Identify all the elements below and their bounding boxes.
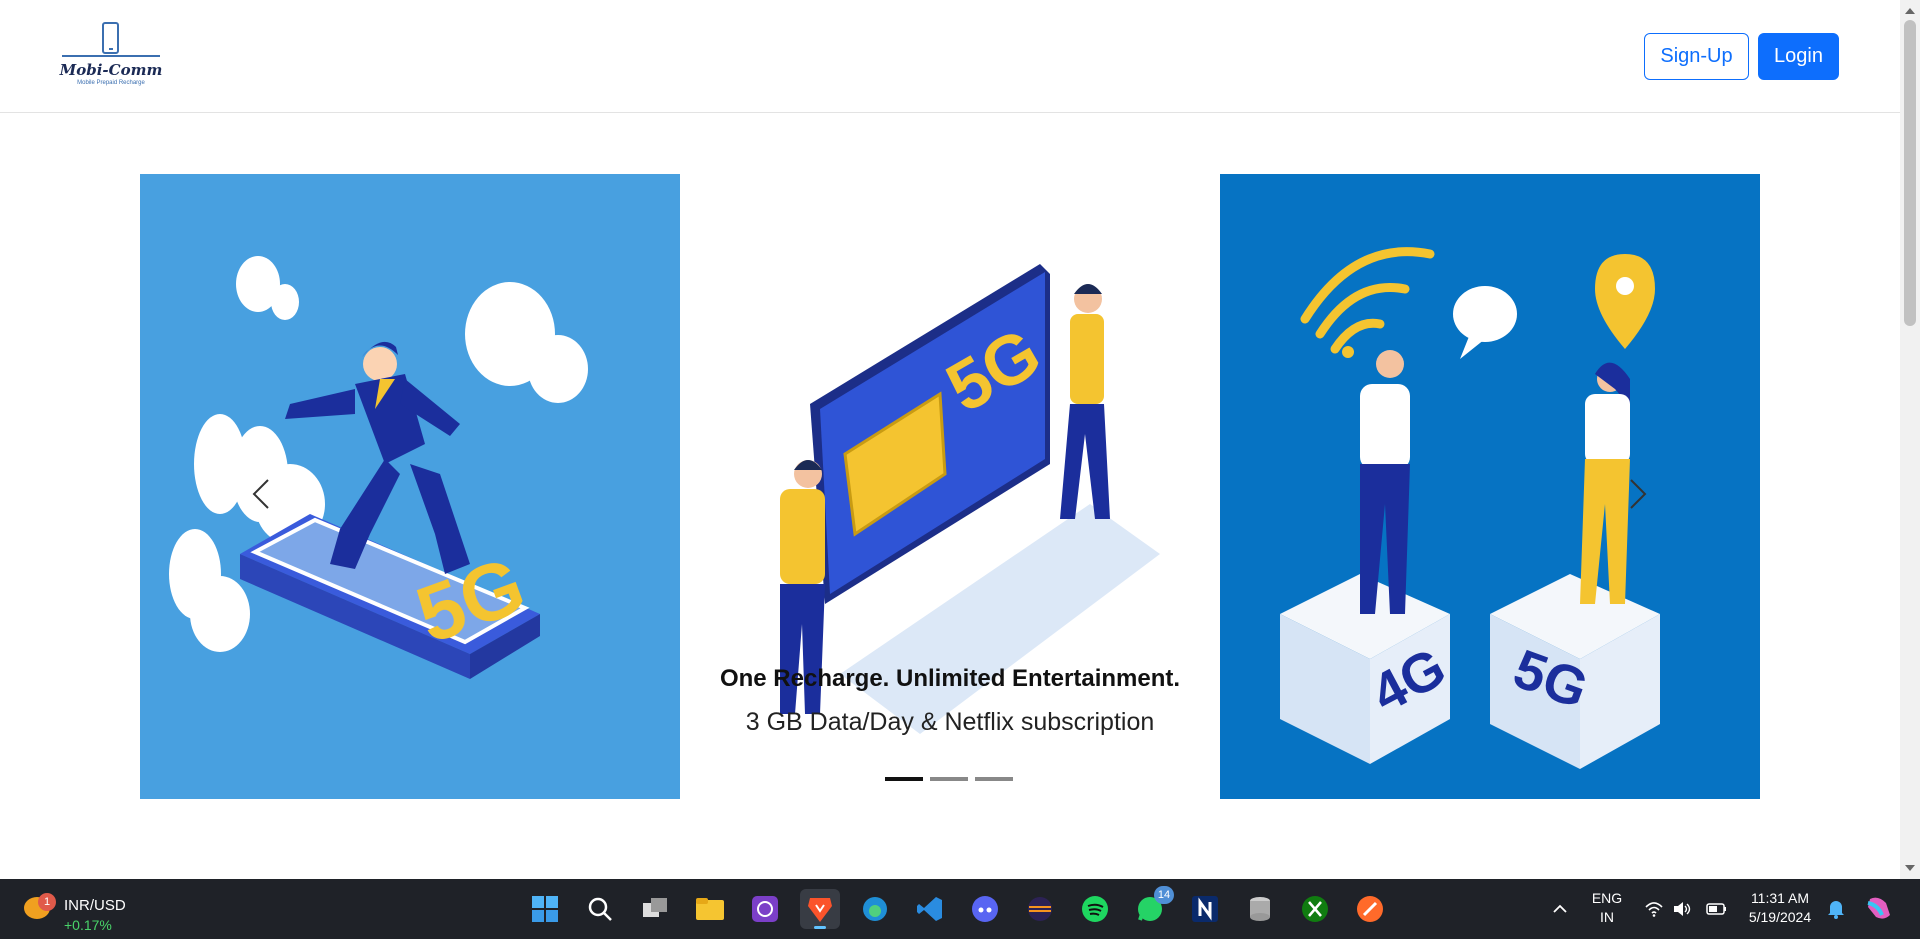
- carousel-indicator-1[interactable]: [885, 777, 923, 781]
- navbar: Mobi-Comm Mobile Prepaid Recharge Sign-U…: [0, 0, 1900, 113]
- lang-line2: IN: [1600, 909, 1614, 925]
- whatsapp-icon[interactable]: 14: [1130, 886, 1174, 929]
- login-button[interactable]: Login: [1758, 33, 1839, 80]
- 4g-5g-comparison-illustration: 4G 5G: [1280, 247, 1660, 769]
- edge-browser-icon[interactable]: [855, 889, 895, 929]
- discord-icon[interactable]: [965, 889, 1005, 929]
- eclipse-icon[interactable]: [1020, 889, 1060, 929]
- brand-name: Mobi-Comm: [59, 61, 163, 79]
- windows-taskbar: 1 INR/USD +0.17% 14 ENG IN 11:31 AM 5/19…: [0, 879, 1920, 939]
- carousel-slide-2: 5G: [680, 174, 1220, 799]
- carousel-prev-button[interactable]: [242, 474, 282, 514]
- phone-icon: [102, 22, 119, 54]
- signup-button[interactable]: Sign-Up: [1644, 33, 1749, 80]
- chevron-right-icon: [1630, 479, 1647, 509]
- copilot-icon[interactable]: [1864, 895, 1894, 923]
- hero-carousel: 5G 5G 4G 5G One Recharge. Unlimited Ente…: [140, 174, 1760, 799]
- page: Mobi-Comm Mobile Prepaid Recharge Sign-U…: [0, 0, 1900, 879]
- volume-icon[interactable]: [1672, 899, 1692, 919]
- file-explorer-icon[interactable]: [690, 889, 730, 929]
- logo-divider: [62, 55, 160, 57]
- scrollbar-thumb[interactable]: [1904, 20, 1916, 326]
- search-icon[interactable]: [580, 889, 620, 929]
- task-view-icon[interactable]: [635, 889, 675, 929]
- currency-pair: INR/USD: [64, 897, 126, 914]
- carousel-slide-1: 5G: [140, 174, 680, 799]
- brave-browser-icon[interactable]: [800, 889, 840, 929]
- windows-start-icon[interactable]: [525, 889, 565, 929]
- currency-change: +0.17%: [64, 917, 112, 933]
- sublime-icon[interactable]: [1350, 889, 1390, 929]
- carousel-indicator-2[interactable]: [930, 777, 968, 781]
- taskbar-apps: 14: [525, 886, 1390, 929]
- currency-widget[interactable]: 1 INR/USD +0.17%: [20, 887, 140, 933]
- vscode-icon[interactable]: [910, 889, 950, 929]
- page-scrollbar[interactable]: [1900, 0, 1920, 879]
- spotify-icon[interactable]: [1075, 889, 1115, 929]
- database-icon[interactable]: [1240, 889, 1280, 929]
- xbox-icon[interactable]: [1295, 889, 1335, 929]
- carousel-slide-3: 4G 5G: [1220, 174, 1760, 799]
- battery-icon[interactable]: [1706, 900, 1728, 918]
- photo-app-icon[interactable]: [745, 889, 785, 929]
- chevron-up-icon[interactable]: [1552, 901, 1568, 917]
- brand-logo[interactable]: Mobi-Comm Mobile Prepaid Recharge: [56, 20, 166, 92]
- carousel-next-button[interactable]: [1617, 474, 1657, 514]
- clock[interactable]: 11:31 AM 5/19/2024: [1740, 889, 1820, 927]
- scroll-up-icon[interactable]: [1905, 8, 1915, 14]
- language-indicator[interactable]: ENG IN: [1587, 889, 1627, 927]
- lang-line1: ENG: [1591, 890, 1623, 906]
- carousel-caption-title: One Recharge. Unlimited Entertainment.: [719, 665, 1181, 692]
- brand-tagline: Mobile Prepaid Recharge: [77, 80, 145, 86]
- notification-bell-icon[interactable]: [1826, 898, 1846, 920]
- wifi-icon[interactable]: [1644, 899, 1664, 919]
- widget-badge: 1: [38, 893, 56, 911]
- carousel-indicators: [885, 777, 1013, 781]
- sim-card-5g-illustration: 5G: [780, 264, 1160, 734]
- clock-date: 5/19/2024: [1748, 909, 1812, 925]
- notion-icon[interactable]: [1185, 889, 1225, 929]
- chevron-left-icon: [252, 479, 269, 509]
- surfing-5g-phone-illustration: 5G: [169, 256, 588, 679]
- whatsapp-badge: 14: [1154, 886, 1174, 904]
- clock-time: 11:31 AM: [1750, 890, 1810, 906]
- scroll-down-icon[interactable]: [1905, 865, 1915, 871]
- carousel-caption-text: 3 GB Data/Day & Netflix subscription: [745, 708, 1155, 736]
- carousel-indicator-3[interactable]: [975, 777, 1013, 781]
